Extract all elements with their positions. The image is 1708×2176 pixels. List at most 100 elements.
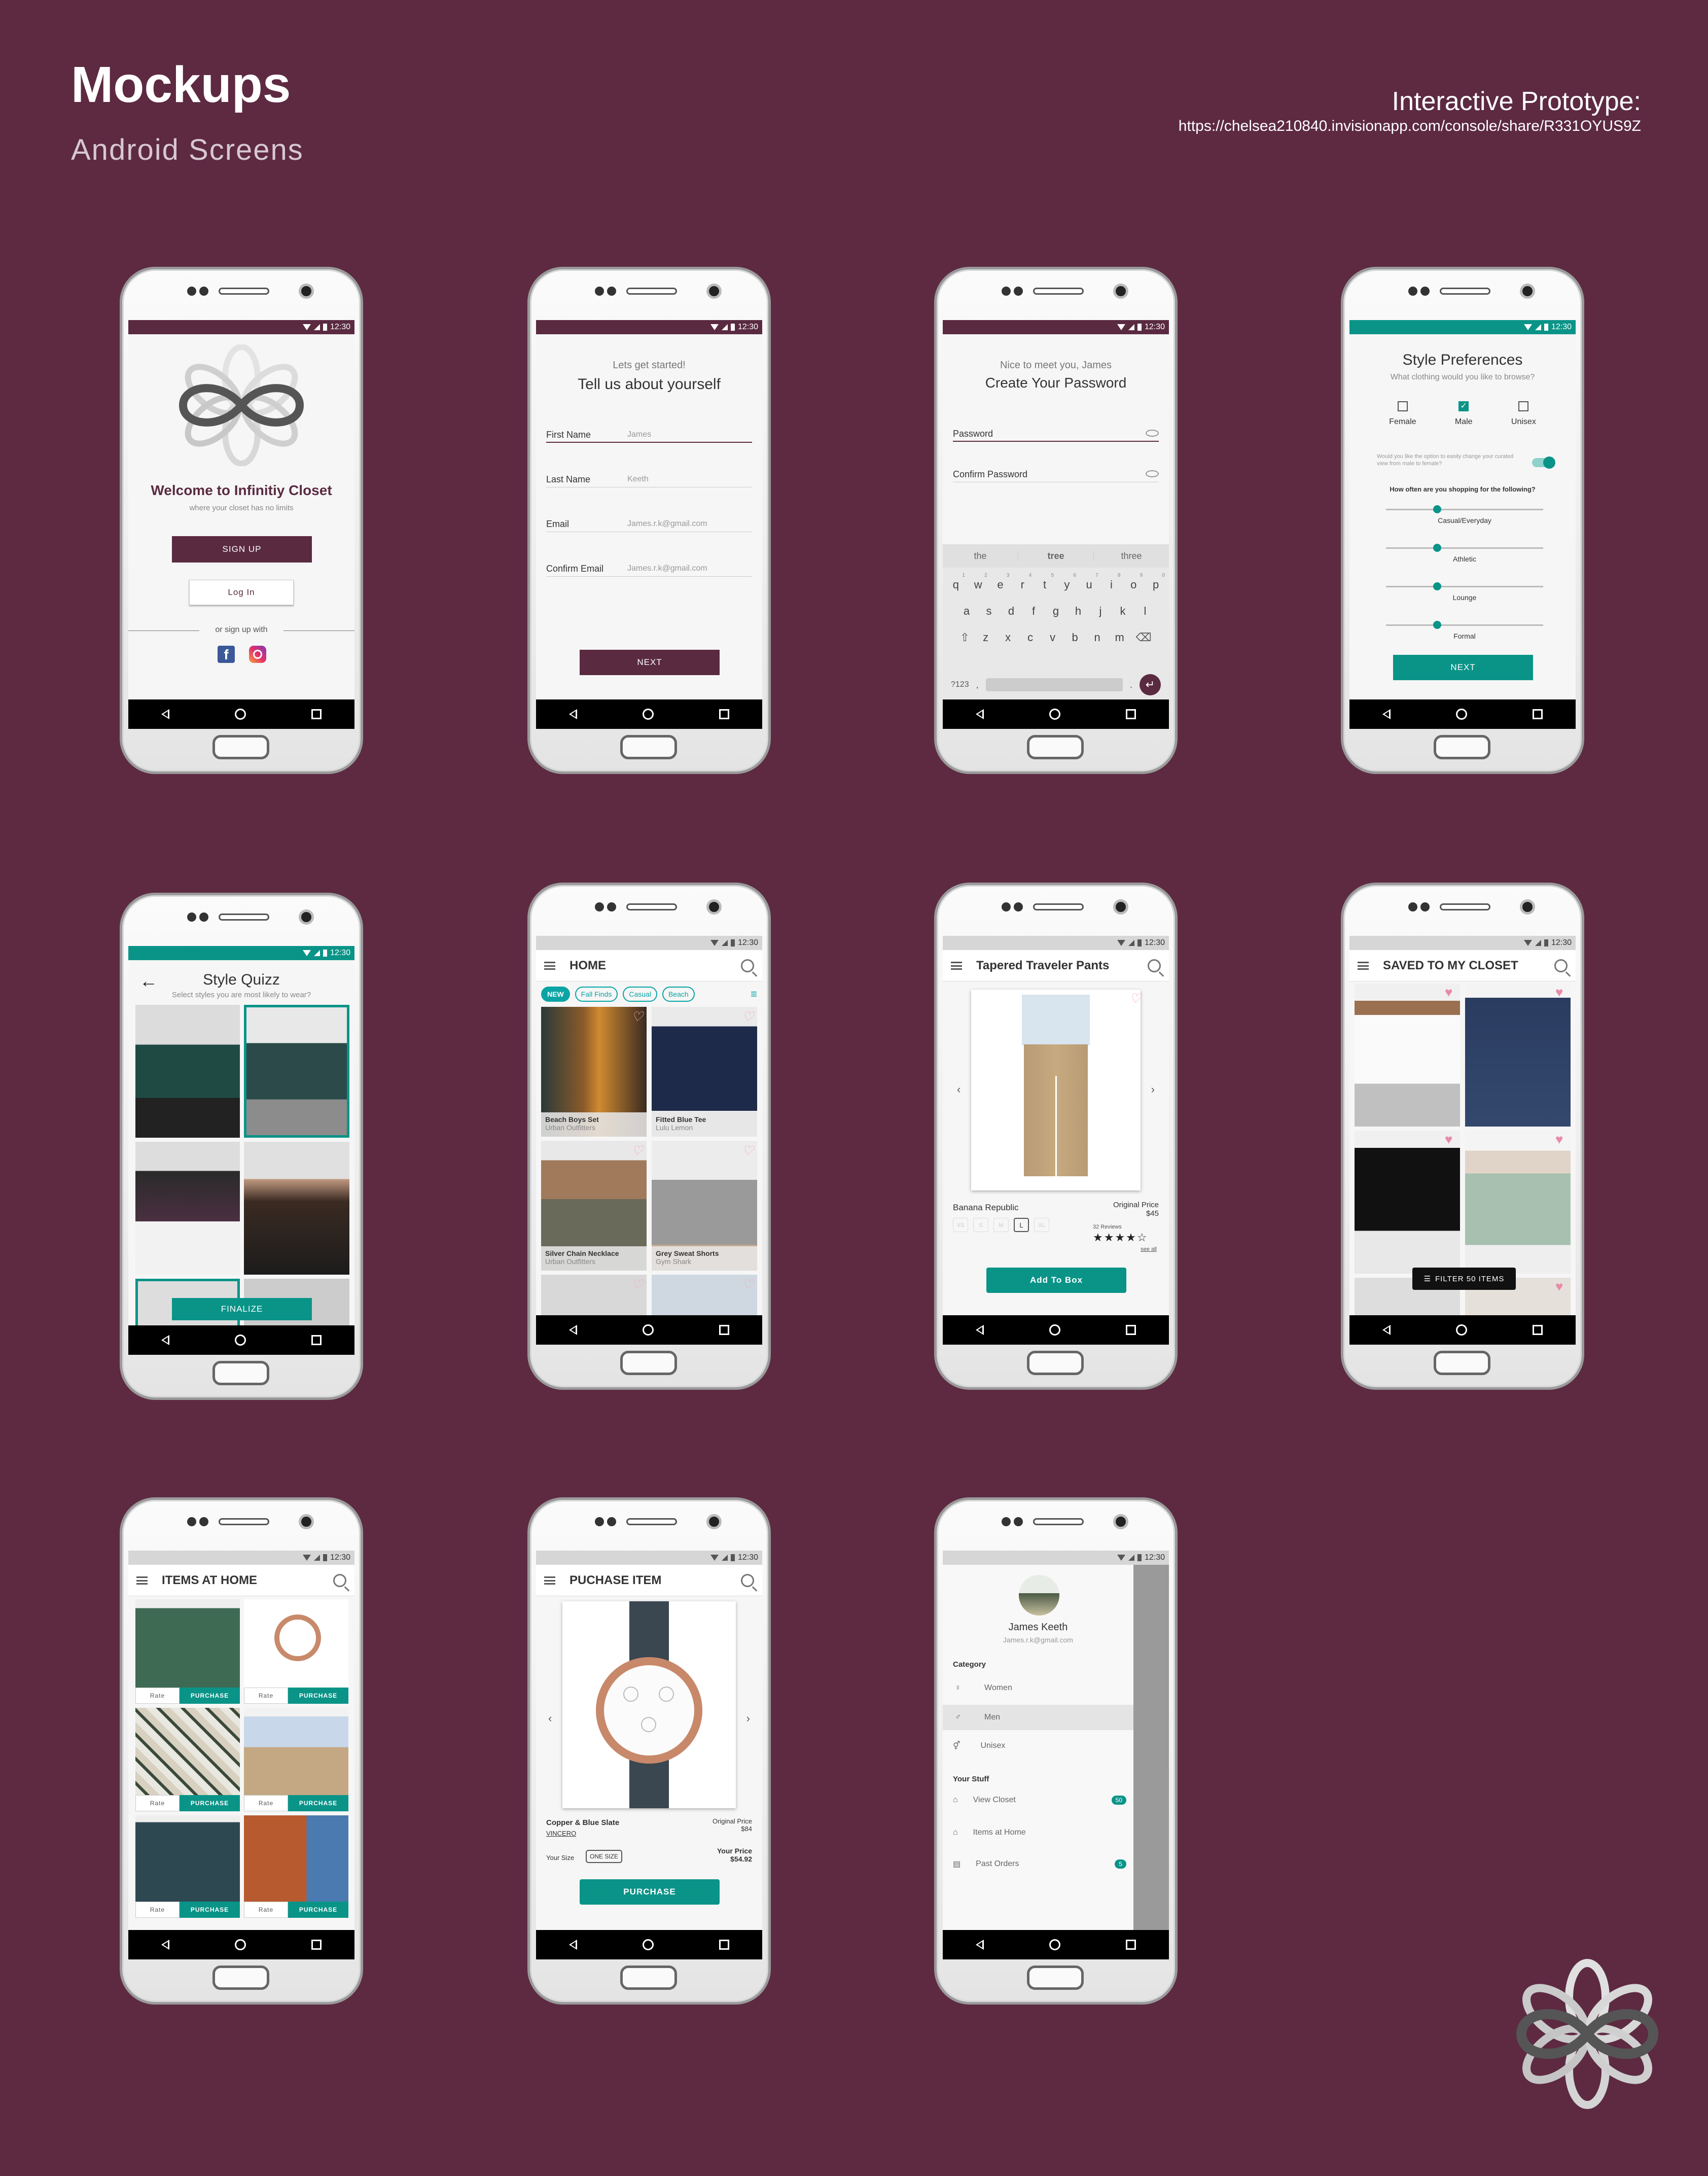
rate-button[interactable]: Rate (135, 1902, 180, 1918)
search-icon[interactable] (1148, 959, 1161, 972)
home-icon[interactable] (234, 1939, 246, 1950)
space-key[interactable] (985, 678, 1123, 691)
instagram-icon[interactable] (249, 646, 266, 663)
back-icon[interactable] (1382, 709, 1391, 719)
key[interactable]: z (977, 631, 995, 644)
key[interactable]: l (1136, 605, 1154, 618)
back-icon[interactable] (568, 1325, 577, 1335)
see-all-link[interactable]: see all (1141, 1246, 1157, 1252)
size-option-selected[interactable]: L (1014, 1218, 1029, 1232)
unisex-option[interactable]: Unisex (1511, 401, 1536, 427)
home-icon[interactable] (234, 709, 246, 720)
key[interactable]: n (1088, 631, 1107, 644)
purchase-button[interactable]: PURCHASE (580, 1879, 720, 1905)
symbols-key[interactable]: ?123 (951, 680, 969, 689)
home-icon[interactable] (1455, 709, 1467, 720)
purchase-button[interactable]: PURCHASE (288, 1902, 348, 1918)
home-icon[interactable] (1049, 709, 1060, 720)
key[interactable]: i (1102, 578, 1120, 591)
home-icon[interactable] (642, 1939, 654, 1950)
drawer-item-past-orders[interactable]: ▤ Past Orders 5 (943, 1852, 1133, 1876)
style-option[interactable] (135, 1005, 240, 1138)
style-option[interactable] (244, 1142, 349, 1275)
key[interactable]: f (1024, 605, 1043, 618)
recents-icon[interactable] (1126, 1325, 1136, 1335)
search-icon[interactable] (1554, 959, 1568, 972)
next-button[interactable]: NEXT (1393, 655, 1533, 680)
heart-filled-icon[interactable]: ♥ (1555, 986, 1567, 999)
back-icon[interactable] (161, 709, 169, 719)
drawer-item-men[interactable]: ♂ Men (943, 1705, 1133, 1730)
suggestion[interactable]: tree (1018, 550, 1094, 561)
heart-icon[interactable]: ♡ (631, 1144, 643, 1157)
key[interactable]: o (1124, 578, 1143, 591)
chip-casual[interactable]: Casual (623, 987, 657, 1002)
menu-icon[interactable] (544, 1576, 555, 1585)
add-to-box-button[interactable]: Add To Box (986, 1268, 1126, 1293)
style-option-selected[interactable] (244, 1005, 349, 1138)
heart-icon[interactable]: ♡ (742, 1144, 754, 1157)
eye-icon[interactable] (1146, 470, 1159, 477)
back-icon[interactable] (568, 709, 577, 719)
size-value[interactable]: ONE SIZE (586, 1850, 623, 1863)
key[interactable]: k (1114, 605, 1132, 618)
login-button[interactable]: Log In (189, 580, 294, 605)
chip-beach[interactable]: Beach (662, 987, 695, 1002)
drawer-item-women[interactable]: ♀ Women (943, 1676, 1133, 1700)
purchase-button[interactable]: PURCHASE (180, 1688, 240, 1704)
slider-athletic[interactable]: Athletic (1386, 544, 1543, 563)
home-icon[interactable] (1455, 1324, 1467, 1336)
back-icon[interactable] (975, 709, 984, 719)
key[interactable]: e (991, 578, 1009, 591)
purchase-button[interactable]: PURCHASE (180, 1902, 240, 1918)
key[interactable]: j (1091, 605, 1110, 618)
period-key[interactable]: . (1130, 680, 1132, 690)
drawer-item-items-at-home[interactable]: ⌂ Items at Home (943, 1820, 1133, 1845)
key[interactable]: s (980, 605, 998, 618)
key[interactable]: u (1080, 578, 1098, 591)
key[interactable]: d (1002, 605, 1020, 618)
back-icon[interactable] (568, 1940, 577, 1950)
heart-filled-icon[interactable]: ♥ (1445, 986, 1456, 999)
key[interactable]: h (1069, 605, 1087, 618)
recents-icon[interactable] (1126, 1940, 1136, 1950)
rate-button[interactable]: Rate (135, 1688, 180, 1704)
signup-button[interactable]: SIGN UP (172, 536, 312, 563)
menu-icon[interactable] (544, 961, 555, 970)
eye-icon[interactable] (1146, 430, 1159, 437)
finalize-button[interactable]: FINALIZE (172, 1298, 312, 1320)
recents-icon[interactable] (311, 709, 322, 719)
home-icon[interactable] (1049, 1324, 1060, 1336)
menu-icon[interactable] (136, 1576, 148, 1585)
slider-casual[interactable]: Casual/Everyday (1386, 505, 1543, 524)
size-option[interactable]: S (973, 1218, 988, 1232)
prev-arrow-icon[interactable]: ‹ (957, 1083, 960, 1096)
home-icon[interactable] (234, 1335, 246, 1346)
heart-icon[interactable]: ♡ (742, 1010, 754, 1023)
key[interactable]: a (957, 605, 976, 618)
key[interactable]: v (1044, 631, 1062, 644)
slider-lounge[interactable]: Lounge (1386, 582, 1543, 602)
home-icon[interactable] (1049, 1939, 1060, 1950)
home-icon[interactable] (642, 709, 654, 720)
size-option[interactable]: M (993, 1218, 1009, 1232)
rate-button[interactable]: Rate (135, 1795, 180, 1811)
key[interactable]: x (999, 631, 1017, 644)
home-icon[interactable] (642, 1324, 654, 1336)
female-option[interactable]: Female (1389, 401, 1416, 427)
saved-item[interactable]: ♥ (1465, 1131, 1571, 1274)
back-icon[interactable] (975, 1325, 984, 1335)
prev-arrow-icon[interactable]: ‹ (548, 1712, 552, 1725)
recents-icon[interactable] (311, 1940, 322, 1950)
filter-button[interactable]: ☰ FILTER 50 ITEMS (1412, 1268, 1516, 1290)
password-field[interactable]: Password (953, 427, 1159, 442)
product-card[interactable]: ♡ Silver Chain Necklace Urban Outfitters (541, 1141, 647, 1271)
recents-icon[interactable] (719, 1325, 730, 1335)
delete-icon[interactable]: ⌫ (1136, 631, 1152, 644)
size-option[interactable]: XL (1034, 1218, 1049, 1232)
purchase-button[interactable]: PURCHASE (180, 1795, 240, 1811)
search-icon[interactable] (741, 959, 754, 972)
saved-item[interactable]: ♥ (1465, 984, 1571, 1127)
confirm-email-field[interactable]: Confirm Email James.r.k@gmail.com (546, 561, 752, 577)
back-icon[interactable] (161, 1940, 169, 1950)
